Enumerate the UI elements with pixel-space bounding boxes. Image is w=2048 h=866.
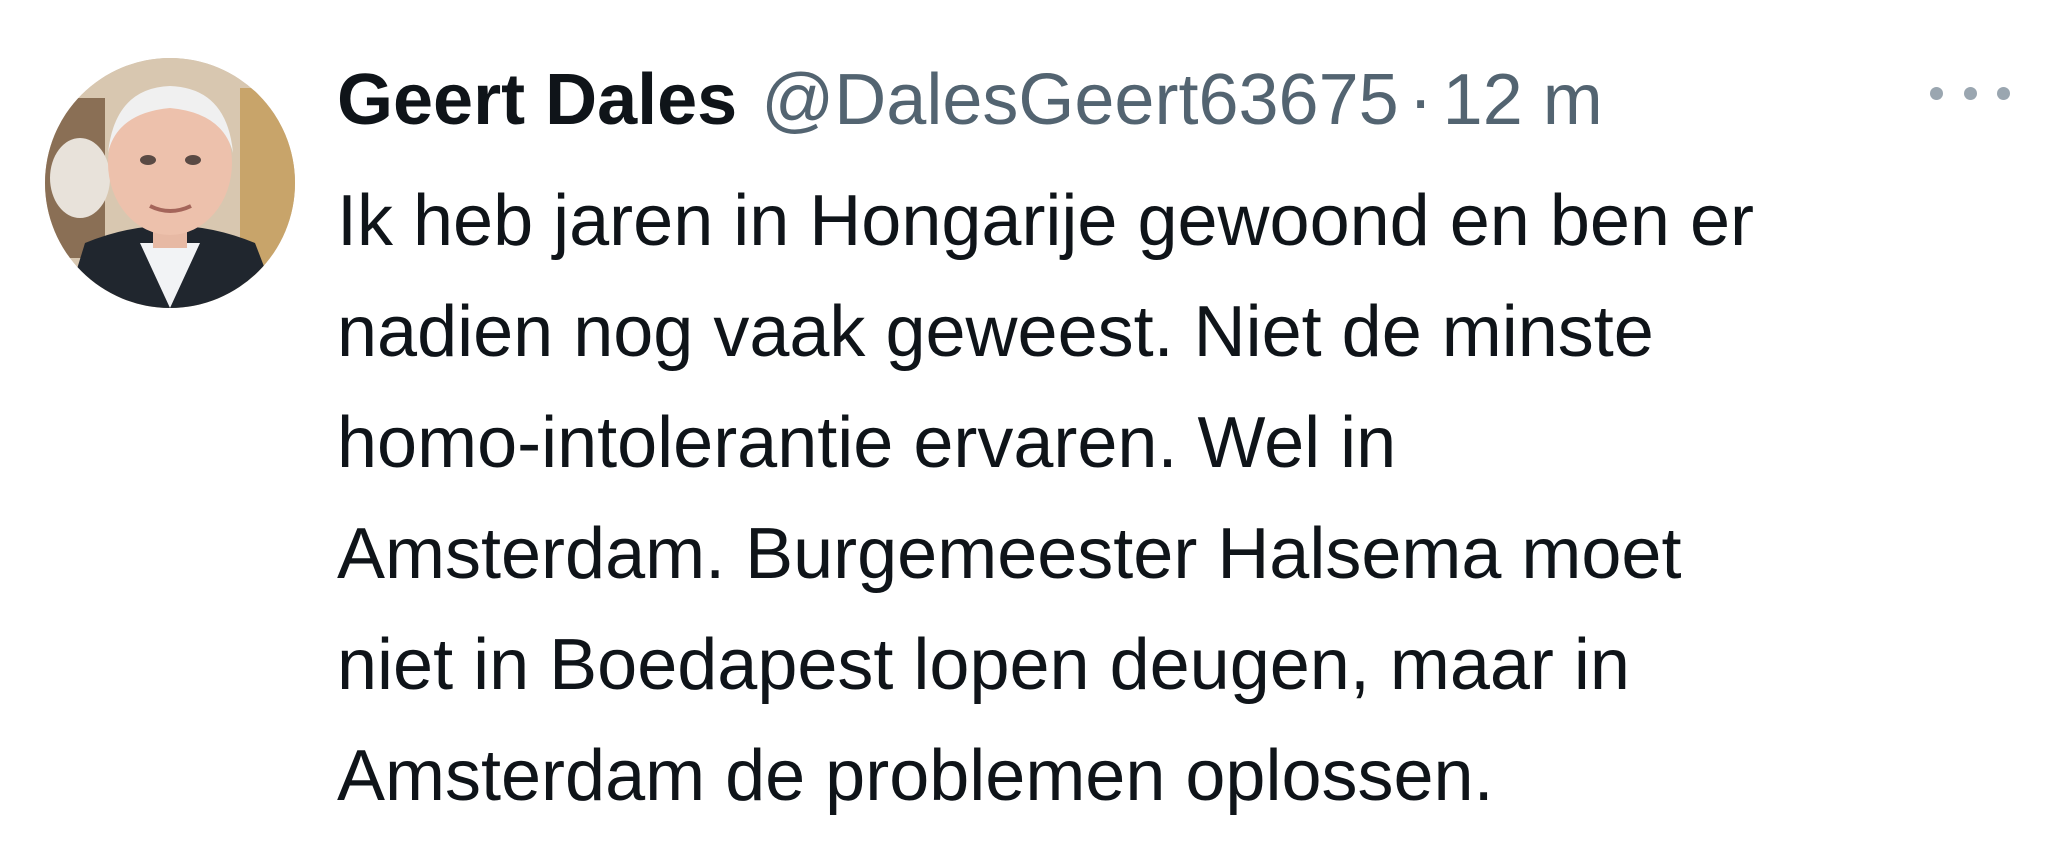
more-dot [1997,86,2010,100]
tweet-text: Ik heb jaren in Hongarije gewoond en ben… [337,166,2017,832]
more-horizontal-icon[interactable] [1930,78,2010,108]
tweet-text-line: homo-intolerantie ervaren. Wel in [337,403,1397,483]
tweet-text-line: Amsterdam. Burgemeester Halsema moet [337,514,1682,594]
tweet-header: Geert Dales @DalesGeert63675 · 12 m [337,52,1603,148]
more-dot [1963,86,1977,100]
tweet-text-line: Ik heb jaren in Hongarije gewoond en ben… [337,181,1754,261]
avatar-photo [45,58,295,308]
tweet-text-line: niet in Boedapest lopen deugen, maar in [337,625,1630,705]
author-handle[interactable]: @DalesGeert63675 [761,52,1398,148]
tweet-timestamp[interactable]: 12 m [1443,52,1603,148]
tweet-text-line: nadien nog vaak geweest. Niet de minste [337,292,1654,372]
author-display-name[interactable]: Geert Dales [337,52,737,148]
tweet-text-line: Amsterdam de problemen oplossen. [337,736,1494,816]
avatar[interactable] [45,58,295,308]
more-dot [1930,86,1943,100]
tweet-card[interactable]: Geert Dales @DalesGeert63675 · 12 m Ik h… [0,0,2048,866]
header-separator: · [1408,60,1433,140]
